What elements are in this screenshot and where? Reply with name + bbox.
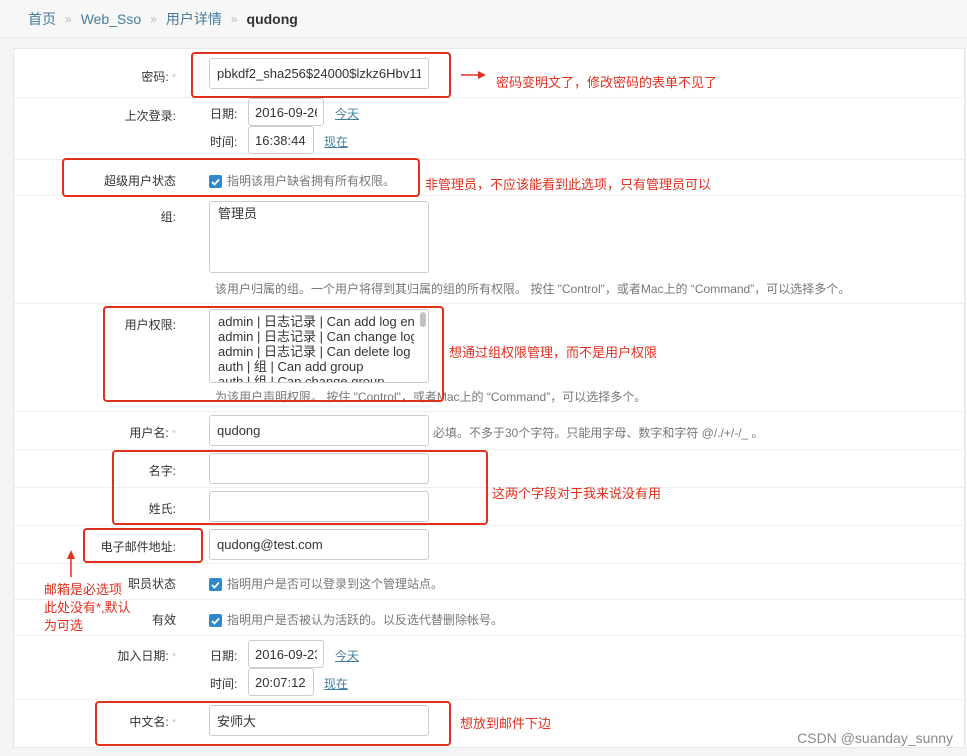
username-help: 必填。不多于30个字符。只能用字母、数字和字符 @/./+/-/_ 。 (433, 426, 764, 440)
arrow-up-icon (67, 550, 75, 577)
annotation-names-box (112, 450, 488, 525)
staff-help: 指明用户是否可以登录到这个管理站点。 (227, 577, 444, 591)
annotation-email-text-2: 此处没有*,默认 (44, 600, 131, 615)
date-joined-label: 加入日期: * (117, 649, 176, 663)
last-login-time-label: 时间: (210, 135, 238, 149)
annotation-password-text: 密码变明文了，修改密码的表单不见了 (496, 75, 718, 90)
annotation-names-text: 这两个字段对于我来说没有用 (492, 486, 662, 501)
annotation-password-box (191, 52, 451, 98)
breadcrumb-separator: » (65, 11, 72, 26)
breadcrumb-separator: » (150, 11, 157, 26)
last-login-row: 上次登录: (14, 98, 965, 160)
annotation-permissions-box (103, 306, 444, 402)
check-icon (211, 581, 220, 589)
password-label: 密码: * (141, 70, 176, 84)
breadcrumb-separator: » (230, 11, 238, 26)
annotation-email-text-1: 邮箱是必选项 (44, 582, 123, 597)
last-login-date-label: 日期: (210, 107, 238, 121)
active-checkbox[interactable] (209, 614, 222, 627)
staff-row: 职员状态 (14, 564, 965, 600)
annotation-superuser-box (62, 158, 420, 197)
groups-help: 该用户归属的组。一个用户将得到其归属的组的所有权限。 按住 "Control"，… (215, 282, 851, 296)
date-joined-date-label: 日期: (210, 649, 238, 663)
watermark: CSDN @suanday_sunny (797, 730, 953, 746)
last-login-label: 上次登录: (124, 109, 176, 123)
date-joined-date-input[interactable] (248, 640, 324, 668)
breadcrumb-current: qudong (246, 10, 298, 27)
breadcrumb-model-link[interactable]: 用户详情 (166, 9, 222, 29)
groups-label: 组: (160, 210, 176, 224)
arrow-right-icon (461, 71, 486, 79)
breadcrumb: 首页 » Web_Sso » 用户详情 » qudong (0, 0, 967, 38)
annotation-email-text-3: 为可选 (44, 618, 84, 633)
check-icon (211, 617, 220, 625)
username-label: 用户名: * (129, 426, 176, 440)
date-joined-today-link[interactable]: 今天 (335, 647, 359, 664)
staff-checkbox[interactable] (209, 578, 222, 591)
date-joined-time-label: 时间: (210, 677, 238, 691)
active-help: 指明用户是否被认为活跃的。以反选代替删除帐号。 (227, 613, 504, 627)
email-input[interactable] (209, 529, 429, 560)
annotation-email-box (83, 528, 203, 563)
annotation-permissions-text: 想通过组权限管理，而不是用户权限 (449, 345, 658, 360)
annotation-superuser-text: 非管理员，不应该能看到此选项，只有管理员可以 (425, 177, 712, 192)
last-login-now-link[interactable]: 现在 (324, 133, 348, 150)
date-joined-row: 加入日期: * (14, 636, 965, 700)
breadcrumb-home-link[interactable]: 首页 (28, 9, 56, 29)
last-login-time-input[interactable] (248, 126, 314, 154)
groups-select[interactable]: 管理员 (209, 201, 429, 273)
annotation-chinese-name-box (95, 701, 451, 746)
breadcrumb-app-link[interactable]: Web_Sso (81, 11, 141, 27)
password-row: 密码: * (14, 52, 965, 98)
username-input[interactable] (209, 415, 429, 446)
annotation-chinese-name-text: 想放到邮件下边 (460, 716, 552, 731)
last-login-today-link[interactable]: 今天 (335, 105, 359, 122)
last-login-date-input[interactable] (248, 98, 324, 126)
date-joined-time-input[interactable] (248, 668, 314, 696)
date-joined-now-link[interactable]: 现在 (324, 675, 348, 692)
groups-option[interactable]: 管理员 (218, 206, 420, 221)
